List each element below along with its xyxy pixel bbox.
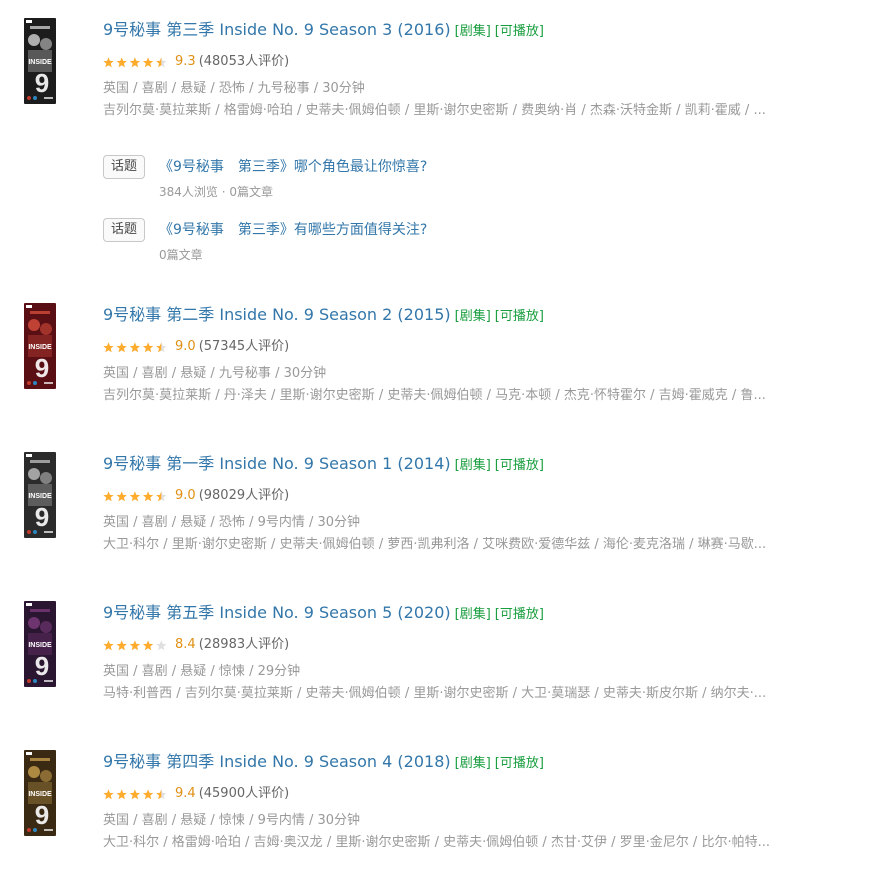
result-title-link[interactable]: 9号秘事 第五季 Inside No. 9 Season 5 (2020) (103, 603, 451, 622)
rating-score: 9.0 (175, 488, 196, 503)
playable-tag[interactable]: [可播放] (495, 607, 544, 622)
svg-text:9: 9 (35, 800, 49, 830)
topic-badge: 话题 (103, 218, 145, 242)
poster-image[interactable]: INSIDE 9 (24, 452, 56, 538)
meta-info: 英国 / 喜剧 / 悬疑 / 惊悚 / 9号内情 / 30分钟 (103, 813, 361, 828)
playable-tag[interactable]: [可播放] (495, 24, 544, 39)
result-title-link[interactable]: 9号秘事 第一季 Inside No. 9 Season 1 (2014) (103, 454, 451, 473)
meta-info: 英国 / 喜剧 / 悬疑 / 九号秘事 / 30分钟 (103, 366, 327, 381)
poster-image[interactable]: INSIDE 9 (24, 303, 56, 389)
svg-text:INSIDE: INSIDE (28, 344, 52, 351)
rating-votes: (98029人评价) (198, 488, 290, 503)
rating-score: 9.0 (175, 339, 196, 354)
poster-image[interactable]: INSIDE 9 (24, 750, 56, 836)
rating-votes: (45900人评价) (198, 786, 290, 801)
rating-stars-icon (103, 788, 170, 800)
search-results: INSIDE 9 9号秘事 第三季 Inside No. 9 Season 3 (… (0, 0, 890, 886)
playable-tag[interactable]: [可播放] (495, 309, 544, 324)
playable-tag[interactable]: [可播放] (495, 756, 544, 771)
cast-info: 吉列尔莫·莫拉莱斯 / 格雷姆·哈珀 / 史蒂夫·佩姆伯顿 / 里斯·谢尔史密斯… (103, 103, 766, 118)
svg-text:9: 9 (35, 353, 49, 383)
meta-info: 英国 / 喜剧 / 悬疑 / 恐怖 / 九号秘事 / 30分钟 (103, 81, 365, 96)
series-tag[interactable]: [剧集] (455, 756, 491, 771)
rating-score: 9.4 (175, 786, 196, 801)
poster-image[interactable]: INSIDE 9 (24, 18, 56, 104)
svg-text:INSIDE: INSIDE (28, 791, 52, 798)
svg-text:9: 9 (35, 68, 49, 98)
rating-stars-icon (103, 490, 170, 502)
cast-info: 大卫·科尔 / 格雷姆·哈珀 / 吉姆·奥汉龙 / 里斯·谢尔史密斯 / 史蒂夫… (103, 835, 770, 850)
cast-info: 大卫·科尔 / 里斯·谢尔史密斯 / 史蒂夫·佩姆伯顿 / 萝西·凯弗利洛 / … (103, 537, 767, 552)
topic-stats: 384人浏览 · 0篇文章 (159, 185, 273, 199)
result-title-link[interactable]: 9号秘事 第四季 Inside No. 9 Season 4 (2018) (103, 752, 451, 771)
series-tag[interactable]: [剧集] (455, 309, 491, 324)
rating-score: 8.4 (175, 637, 196, 652)
rating-votes: (48053人评价) (198, 54, 290, 69)
rating-score: 9.3 (175, 54, 196, 69)
series-tag[interactable]: [剧集] (455, 607, 491, 622)
meta-info: 英国 / 喜剧 / 悬疑 / 恐怖 / 9号内情 / 30分钟 (103, 515, 361, 530)
result-title-link[interactable]: 9号秘事 第二季 Inside No. 9 Season 2 (2015) (103, 305, 451, 324)
svg-text:INSIDE: INSIDE (28, 642, 52, 649)
topic-title-link[interactable]: 《9号秘事 第三季》有哪些方面值得关注? (159, 218, 427, 242)
rating-stars-icon (103, 639, 170, 651)
cast-info: 吉列尔莫·莫拉莱斯 / 丹·泽夫 / 里斯·谢尔史密斯 / 史蒂夫·佩姆伯顿 /… (103, 388, 766, 403)
svg-text:INSIDE: INSIDE (28, 59, 52, 66)
svg-text:9: 9 (35, 502, 49, 532)
topic-stats: 0篇文章 (159, 248, 203, 262)
playable-tag[interactable]: [可播放] (495, 458, 544, 473)
series-tag[interactable]: [剧集] (455, 24, 491, 39)
svg-text:INSIDE: INSIDE (28, 493, 52, 500)
poster-image[interactable]: INSIDE 9 (24, 601, 56, 687)
rating-stars-icon (103, 56, 170, 68)
rating-votes: (57345人评价) (198, 339, 290, 354)
svg-text:9: 9 (35, 651, 49, 681)
meta-info: 英国 / 喜剧 / 悬疑 / 惊悚 / 29分钟 (103, 664, 301, 679)
rating-stars-icon (103, 341, 170, 353)
result-title-link[interactable]: 9号秘事 第三季 Inside No. 9 Season 3 (2016) (103, 20, 451, 39)
rating-votes: (28983人评价) (198, 637, 290, 652)
topic-badge: 话题 (103, 155, 145, 179)
series-tag[interactable]: [剧集] (455, 458, 491, 473)
cast-info: 马特·利普西 / 吉列尔莫·莫拉莱斯 / 史蒂夫·佩姆伯顿 / 里斯·谢尔史密斯… (103, 686, 767, 701)
topic-title-link[interactable]: 《9号秘事 第三季》哪个角色最让你惊喜? (159, 155, 427, 179)
